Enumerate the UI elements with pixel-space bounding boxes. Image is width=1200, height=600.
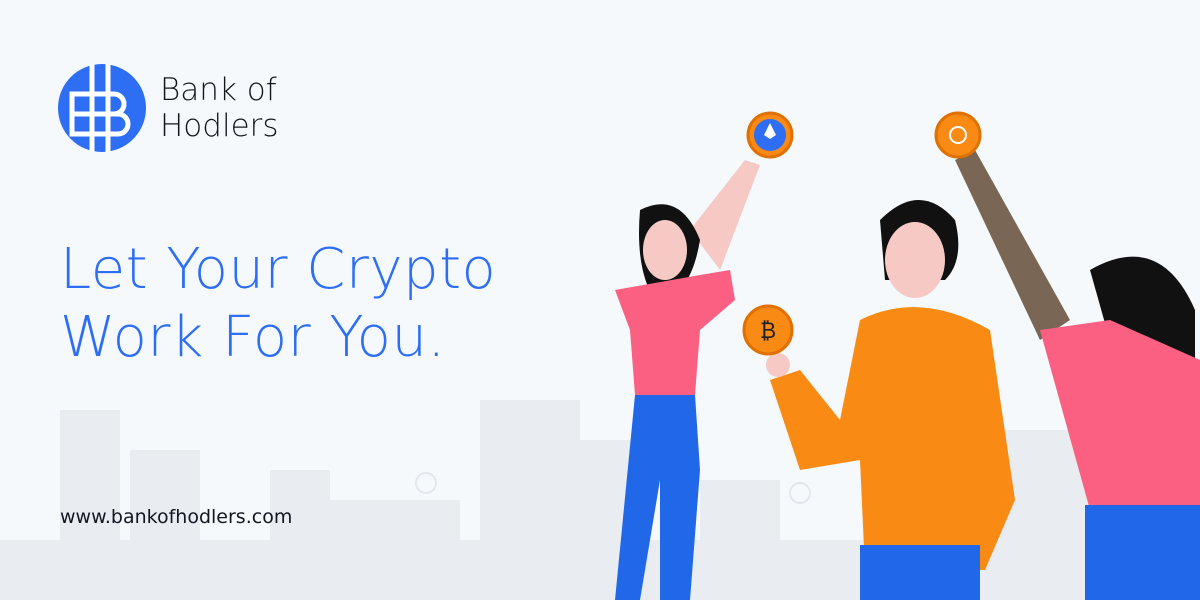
ethereum-coin-icon <box>746 111 794 159</box>
monero-coin-icon <box>934 111 982 159</box>
people-holding-crypto-illustration: ₿ <box>615 111 1200 600</box>
svg-text:₿: ₿ <box>760 319 776 344</box>
bitcoin-coin-icon: ₿ <box>742 304 794 356</box>
woman-left-figure <box>615 160 760 600</box>
man-center-figure <box>766 200 1015 600</box>
